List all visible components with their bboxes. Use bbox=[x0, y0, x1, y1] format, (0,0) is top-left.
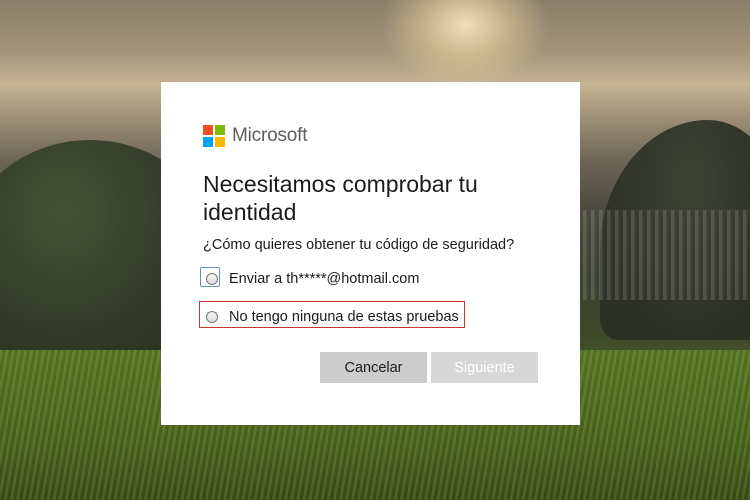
brand-header: Microsoft bbox=[203, 124, 538, 148]
verification-dialog: Microsoft Necesitamos comprobar tu ident… bbox=[161, 82, 580, 425]
city-skyline bbox=[575, 210, 750, 300]
cancel-button[interactable]: Cancelar bbox=[320, 352, 427, 383]
option-no-proofs[interactable]: No tengo ninguna de estas pruebas bbox=[199, 301, 538, 330]
sunlight-glow bbox=[380, 0, 550, 90]
dialog-actions: Cancelar Siguiente bbox=[203, 352, 538, 383]
focus-indicator bbox=[200, 267, 220, 287]
logo-square-red bbox=[203, 125, 213, 135]
next-button[interactable]: Siguiente bbox=[431, 352, 538, 383]
logo-square-green bbox=[215, 125, 225, 135]
brand-name: Microsoft bbox=[232, 125, 308, 146]
security-question: ¿Cómo quieres obtener tu código de segur… bbox=[203, 237, 515, 253]
logo-square-blue bbox=[203, 137, 213, 147]
page-title: Necesitamos comprobar tu identidad bbox=[203, 171, 478, 225]
highlight-annotation-box bbox=[199, 301, 465, 328]
option-send-email-label[interactable]: Enviar a th*****@hotmail.com bbox=[229, 271, 419, 287]
option-send-email[interactable]: Enviar a th*****@hotmail.com bbox=[200, 266, 538, 292]
background-photo: Microsoft Necesitamos comprobar tu ident… bbox=[0, 0, 750, 500]
microsoft-logo-icon bbox=[203, 125, 225, 147]
logo-square-yellow bbox=[215, 137, 225, 147]
